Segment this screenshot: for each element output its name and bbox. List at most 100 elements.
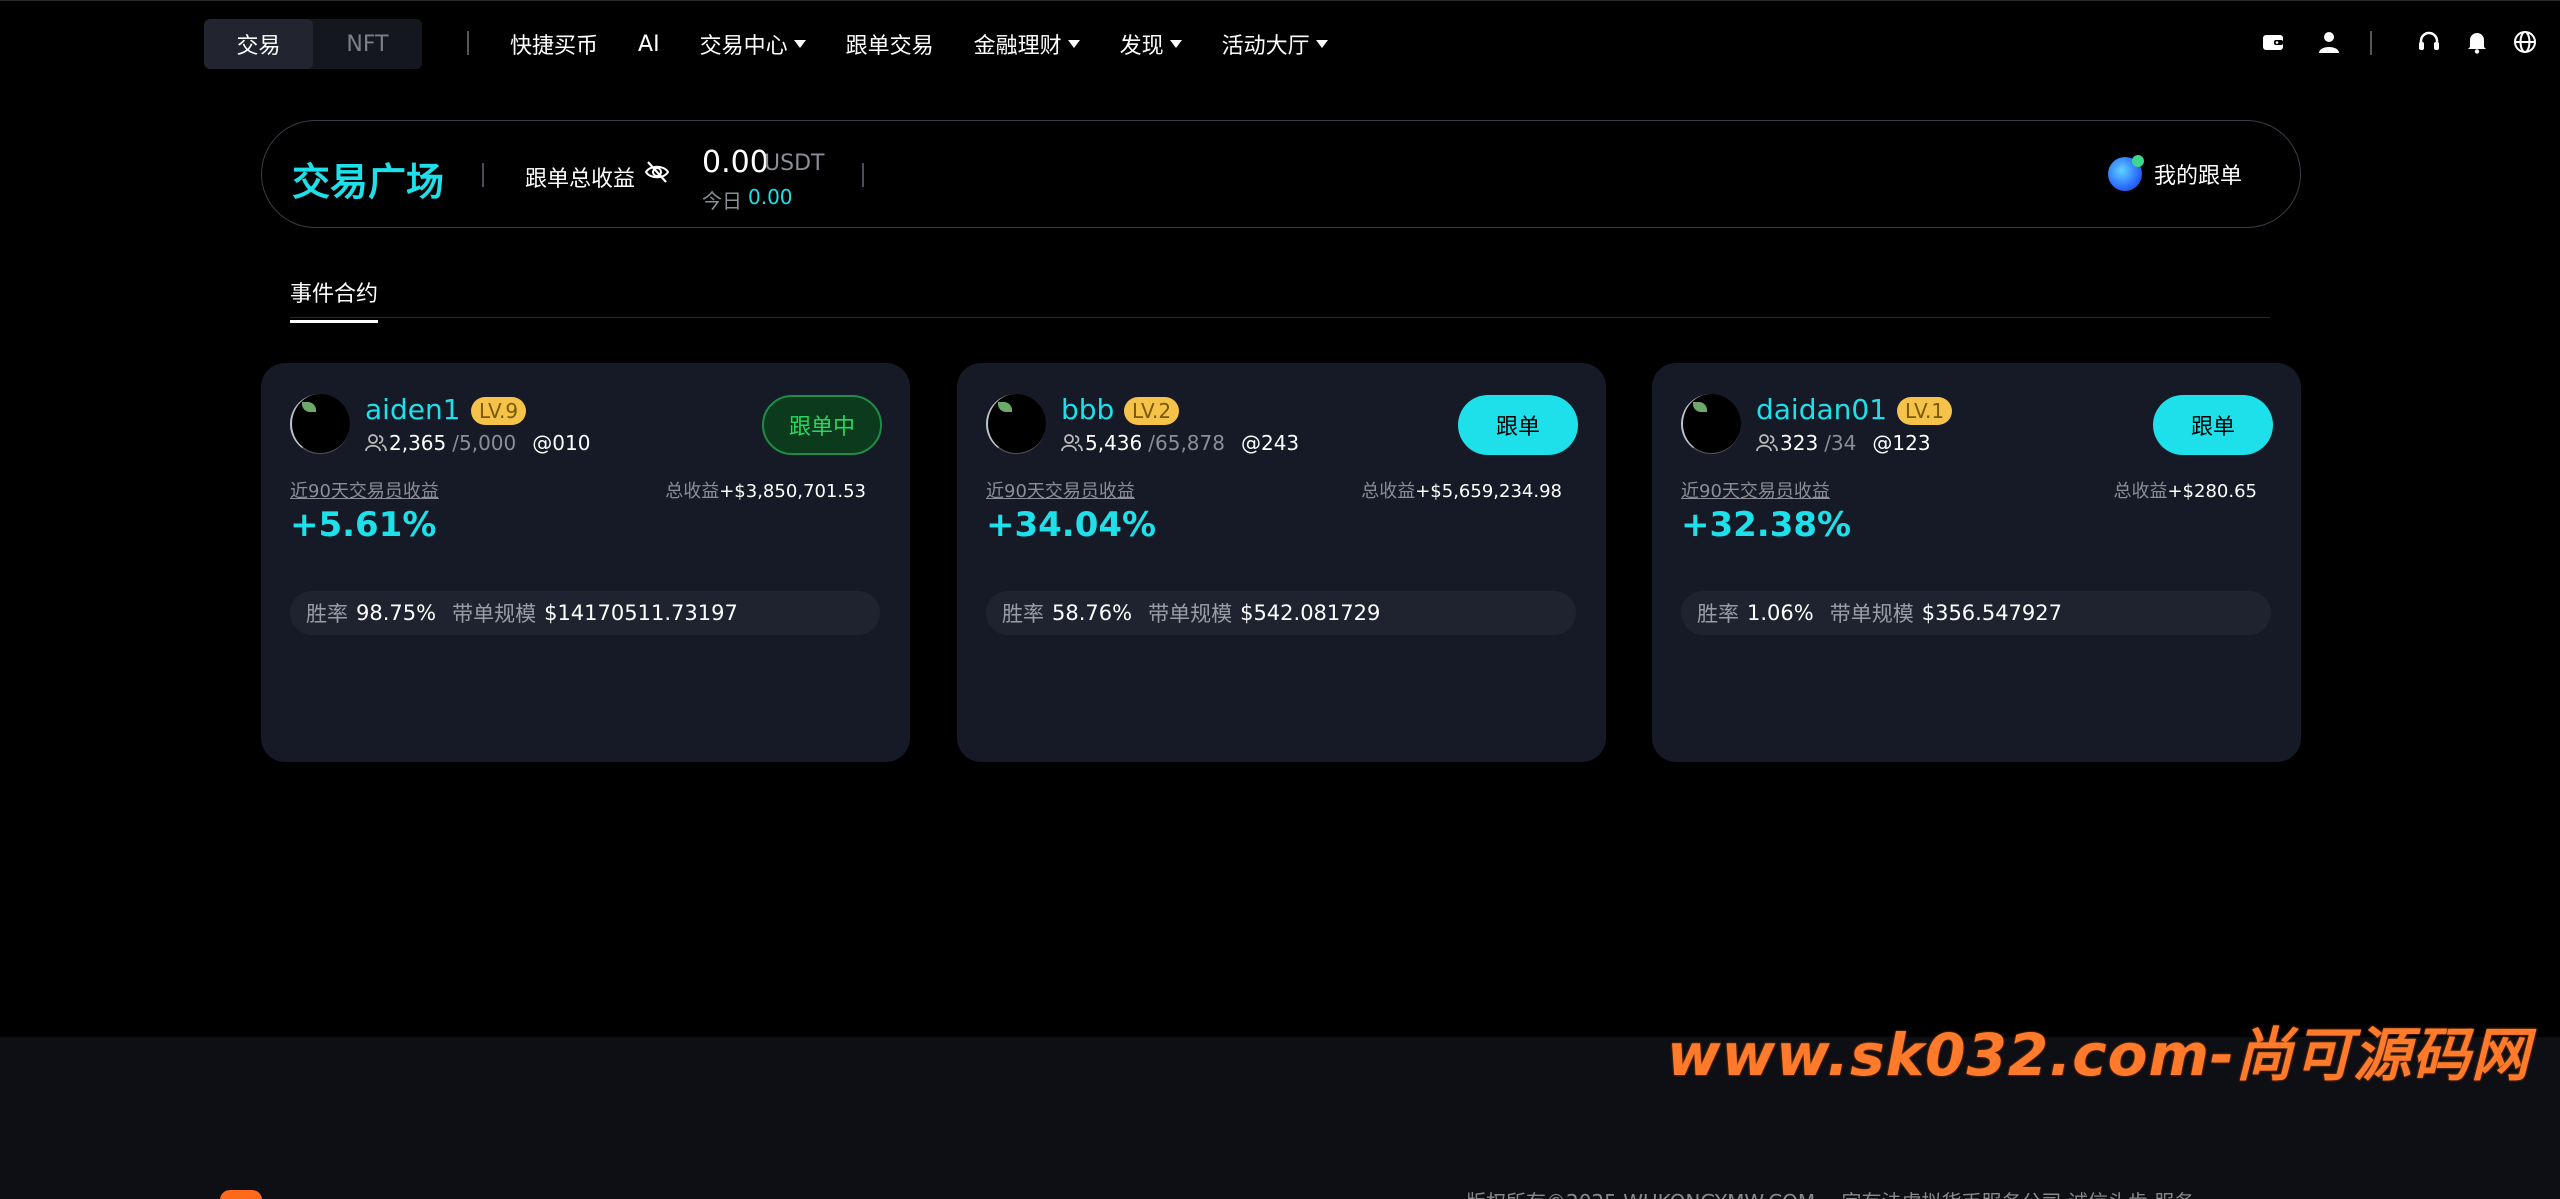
caret-down-icon [1315,40,1328,48]
account-icons [2258,27,2344,57]
avatar-image [998,402,1012,412]
page-title: 交易广场 [292,160,445,204]
follower-limit: /5,000 [452,431,517,455]
scale-label: 带单规模 [1148,602,1233,626]
nav-item-label: AI [638,31,660,57]
total-profit-label: 总收益 [1361,481,1416,502]
total-profit-value: +$280.65 [2167,481,2257,502]
follower-stats: 323 /34 @123 [1756,431,1931,455]
total-profit-label: 总收益 [2113,481,2168,502]
nav-copy-trading[interactable]: 跟单交易 [846,28,934,60]
followers-icon [1756,434,1778,452]
roi-period-label: 近90天交易员收益 [1681,481,1830,502]
user-icon[interactable] [2314,27,2344,57]
nav-item-label: 跟单交易 [845,34,934,59]
scale-value: $542.081729 [1240,601,1381,625]
follower-count: 2,365 [389,431,447,455]
scale-label: 带单规模 [1829,602,1914,626]
hero-divider [482,163,484,187]
nav-divider [2370,31,2372,55]
roi-value: +34.04% [986,505,1157,545]
win-rate-value: 58.76% [1052,601,1133,625]
total-profit-value: +$3,850,701.53 [719,481,866,502]
nav-item-label: 交易中心 [699,34,788,59]
win-rate-label: 胜率 [1002,602,1044,626]
watermark: www.sk032.com-尚可源码网 [1667,1021,2531,1089]
trader-name[interactable]: bbb [1061,393,1114,426]
segment-nft[interactable]: NFT [313,19,422,69]
trader-handle: @010 [532,431,591,455]
roi-value: +5.61% [290,505,437,545]
footer-logo [220,1190,262,1199]
trading-plaza-header: 交易广场 跟单总收益 0.00 USDT 今日 0.00 我的跟单 [261,120,2301,228]
followers-icon [1061,434,1083,452]
nav-finance[interactable]: 金融理财 [974,28,1080,60]
win-rate-value: 98.75% [356,601,437,625]
copy-trade-button[interactable]: 跟单 [2153,395,2273,455]
trader-handle: @243 [1240,431,1300,455]
follower-count: 5,436 [1085,431,1143,455]
trader-card[interactable]: bbb LV.2 5,436 /65,878 @243 跟单 近90天交易员收益… [957,363,1606,762]
total-profit: 总收益+$3,850,701.53 [665,477,866,503]
trader-metrics: 胜率 98.75% 带单规模 $14170511.73197 [290,591,880,635]
nav-ai[interactable]: AI [638,32,660,57]
total-profit: 总收益+$280.65 [2113,477,2257,503]
my-copy-orders-label: 我的跟单 [2154,164,2243,189]
nav-item-label: 金融理财 [973,34,1062,59]
top-navbar: 交易 NFT 快捷买币 AI 交易中心 跟单交易 金融理财 发现 活动大厅 [0,0,2560,86]
eye-off-icon[interactable] [644,159,670,189]
nav-item-label: 发现 [1119,34,1164,59]
avatar[interactable] [986,394,1046,454]
avatar-image [302,402,316,412]
copy-orders-icon [2108,155,2144,191]
total-profit-amount: 0.00 [702,145,769,180]
today-profit-label: 今日 [702,189,742,213]
follower-limit: /65,878 [1148,431,1225,455]
avatar[interactable] [1681,394,1741,454]
today-profit-value: 0.00 [748,185,793,209]
avatar[interactable] [290,394,350,454]
trader-name[interactable]: daidan01 [1756,393,1887,426]
trader-metrics: 胜率 1.06% 带单规模 $356.547927 [1681,591,2271,635]
total-profit-value: +$5,659,234.98 [1415,481,1562,502]
nav-events[interactable]: 活动大厅 [1222,28,1328,60]
bell-icon[interactable] [2462,27,2492,57]
roi-period-label: 近90天交易员收益 [986,481,1135,502]
total-profit-label: 总收益 [665,481,720,502]
nav-discover[interactable]: 发现 [1120,28,1182,60]
trader-name[interactable]: aiden1 [365,393,461,426]
nav-divider [467,31,469,55]
main-nav: 快捷买币 AI 交易中心 跟单交易 金融理财 发现 活动大厅 [510,1,1328,87]
nav-trade-center[interactable]: 交易中心 [700,28,806,60]
nav-item-label: 活动大厅 [1221,34,1310,59]
level-badge: LV.1 [1897,397,1953,425]
category-tabs: 事件合约 [290,270,2270,323]
trader-card[interactable]: daidan01 LV.1 323 /34 @123 跟单 近90天交易员收益 … [1652,363,2301,762]
scale-value: $14170511.73197 [544,601,738,625]
avatar-image [1693,402,1707,412]
caret-down-icon [793,40,806,48]
total-profit-label: 跟单总收益 [525,167,636,192]
level-badge: LV.2 [1124,397,1180,425]
nav-quick-buy[interactable]: 快捷买币 [510,28,598,60]
hero-divider [862,163,864,187]
my-copy-orders-button[interactable]: 我的跟单 [2108,155,2243,191]
follower-limit: /34 [1824,431,1857,455]
headset-icon[interactable] [2414,27,2444,57]
wallet-icon[interactable] [2258,27,2288,57]
caret-down-icon [1067,40,1080,48]
copy-trade-button[interactable]: 跟单中 [762,395,882,455]
follower-stats: 2,365 /5,000 @010 [365,431,590,455]
total-profit: 总收益+$5,659,234.98 [1361,477,1562,503]
trader-metrics: 胜率 58.76% 带单规模 $542.081729 [986,591,1576,635]
globe-icon[interactable] [2510,27,2540,57]
followers-icon [365,434,387,452]
roi-value: +32.38% [1681,505,1852,545]
copy-trade-button[interactable]: 跟单 [1458,395,1578,455]
scale-value: $356.547927 [1921,601,2063,625]
segment-trade[interactable]: 交易 [204,19,313,69]
follower-stats: 5,436 /65,878 @243 [1061,431,1299,455]
trader-card[interactable]: aiden1 LV.9 2,365 /5,000 @010 跟单中 近90天交易… [261,363,910,762]
total-profit-unit: USDT [764,151,825,176]
tab-event-contracts[interactable]: 事件合约 [290,276,379,323]
